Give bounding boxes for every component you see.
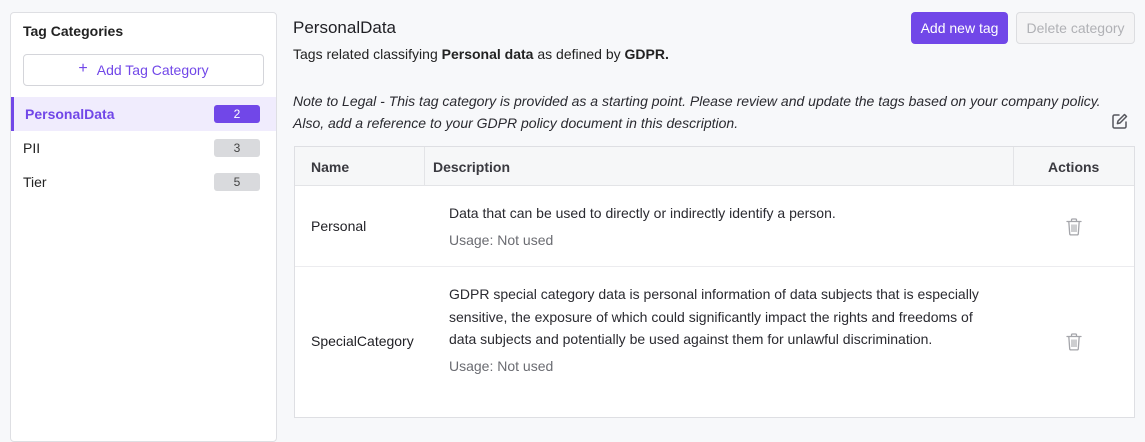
table-header: Name Description Actions [295,147,1134,186]
column-header-name: Name [311,158,350,175]
category-description: Tags related classifying Personal data a… [293,46,669,62]
category-item-personaldata[interactable]: PersonalData 2 [11,97,276,131]
panel-title: Tag Categories [23,23,124,39]
tag-name: Personal [311,218,367,234]
category-title: PersonalData [293,18,397,37]
tag-name: SpecialCategory [311,333,414,349]
tag-usage: Usage: Not used [449,231,554,248]
category-count-badge: 5 [214,173,260,191]
category-count-badge: 3 [214,139,260,157]
table-row: Personal Data that can be used to direct… [295,186,1134,267]
tag-description-cell: Data that can be used to directly or ind… [449,202,979,251]
legal-note: Note to Legal - This tag category is pro… [293,93,1101,131]
column-header-description: Description [433,158,511,175]
delete-category-button: Delete category [1016,12,1135,44]
tag-usage: Usage: Not used [449,357,554,374]
category-label: Tier [23,174,47,190]
add-tag-category-label: Add Tag Category [96,62,209,78]
description-bold-gdpr: GDPR. [624,46,669,62]
description-prefix: Tags related classifying [293,46,442,62]
add-new-tag-button[interactable]: Add new tag [911,12,1008,44]
column-divider [424,147,425,186]
trash-icon[interactable] [1066,218,1082,236]
category-item-pii[interactable]: PII 3 [11,131,276,165]
column-header-actions: Actions [1048,158,1100,175]
tag-categories-panel: Tag Categories + Add Tag Category Person… [10,12,277,442]
table-row: SpecialCategory GDPR special category da… [295,267,1134,417]
add-tag-category-button[interactable]: + Add Tag Category [23,54,264,86]
description-middle: as defined by [533,46,625,62]
category-label: PII [23,140,41,156]
description-bold-personal-data: Personal data [441,46,534,62]
tag-description: GDPR special category data is personal i… [449,286,979,347]
tag-description-cell: GDPR special category data is personal i… [449,283,979,377]
category-count-badge: 2 [214,105,260,123]
tag-description: Data that can be used to directly or ind… [449,205,836,221]
trash-icon[interactable] [1066,333,1082,351]
edit-icon[interactable] [1111,112,1129,130]
category-item-tier[interactable]: Tier 5 [11,165,276,199]
plus-icon: + [78,60,88,77]
column-divider [1013,147,1014,186]
category-list: PersonalData 2 PII 3 Tier 5 [11,97,276,199]
tags-table: Name Description Actions Personal Data t… [294,146,1135,418]
category-label: PersonalData [25,106,115,122]
